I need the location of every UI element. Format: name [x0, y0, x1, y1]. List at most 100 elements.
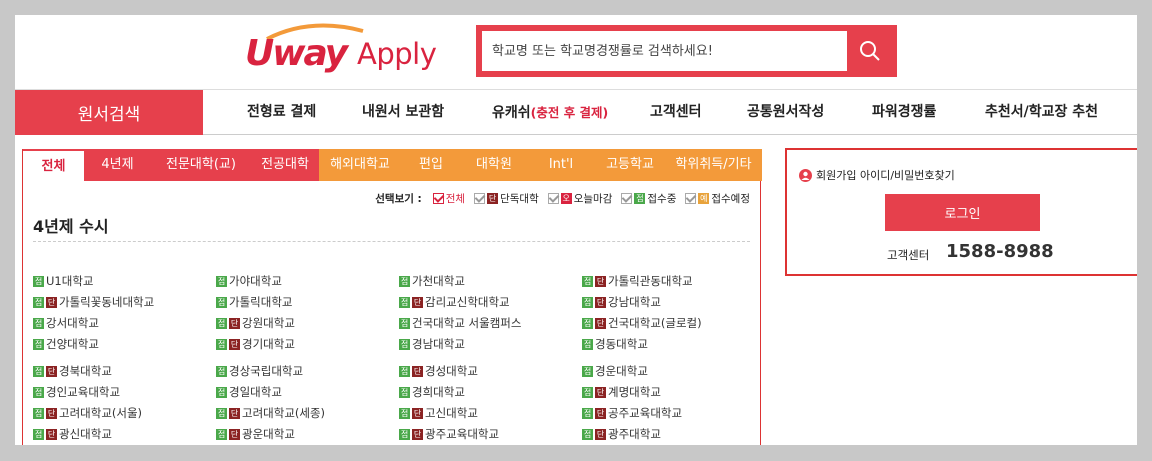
university-name: 강남대학교	[608, 295, 661, 309]
nav-item-ucash[interactable]: 유캐쉬(충전 후 결제)	[492, 90, 608, 135]
status-badge-icon: 접	[33, 407, 44, 419]
status-badge-icon: 단	[595, 386, 606, 398]
university-link[interactable]: 접 단 감리교신학대학교	[399, 294, 510, 310]
university-link[interactable]: 접 강서대학교	[33, 315, 99, 331]
university-link[interactable]: 접 가천대학교	[399, 273, 465, 289]
status-badge-icon: 단	[229, 407, 240, 419]
search-input[interactable]	[482, 31, 847, 71]
member-link-text[interactable]: 회원가입 아이디/비밀번호찾기	[816, 167, 955, 183]
filter-today-label: 오늘마감	[573, 193, 613, 205]
status-badge-icon: 접	[216, 386, 227, 398]
university-link[interactable]: 접 가야대학교	[216, 273, 282, 289]
university-link[interactable]: 접 단 강원대학교	[216, 315, 295, 331]
university-link[interactable]: 접 단 광주교육대학교	[399, 426, 499, 442]
status-badge-icon: 접	[399, 407, 410, 419]
university-link[interactable]: 접 단 광신대학교	[33, 426, 112, 442]
status-badge-icon: 접	[216, 275, 227, 287]
nav-item-customer-center[interactable]: 고객센터	[650, 90, 702, 135]
filter-yet[interactable]: 예 접수예정	[685, 191, 750, 206]
university-link[interactable]: 접 경일대학교	[216, 384, 282, 400]
university-name: 경남대학교	[412, 337, 465, 351]
nav-search-applications[interactable]: 원서검색	[15, 90, 203, 135]
university-link[interactable]: 접 경희대학교	[399, 384, 465, 400]
university-link[interactable]: 접 경운대학교	[582, 363, 648, 379]
university-name: 고려대학교(세종)	[242, 406, 326, 420]
university-link[interactable]: 접 경인교육대학교	[33, 384, 120, 400]
status-badge-icon: 접	[33, 296, 44, 308]
checkbox-icon[interactable]	[474, 193, 486, 204]
category-tabs: 전체 4년제 전문대학(교) 전공대학 해외대학교 편입 대학원 Int'l 고…	[23, 149, 762, 181]
university-link[interactable]: 접 가톨릭대학교	[216, 294, 292, 310]
status-badge-icon: 접	[216, 317, 227, 329]
nav-item-my-applications[interactable]: 내원서 보관함	[362, 90, 444, 135]
nav-item-fee-payment[interactable]: 전형료 결제	[247, 90, 316, 135]
tab-4year[interactable]: 4년제	[84, 149, 151, 181]
university-link[interactable]: 접 단 가톨릭관동대학교	[582, 273, 693, 289]
university-link[interactable]: 접 경남대학교	[399, 336, 465, 352]
university-name: 광주교육대학교	[425, 427, 500, 441]
tab-intl[interactable]: Int'l	[527, 149, 595, 181]
filter-ing[interactable]: 접 접수중	[621, 191, 676, 206]
university-name: 가톨릭관동대학교	[608, 274, 693, 288]
checkbox-icon[interactable]	[432, 193, 444, 204]
logo-uway-text: Uway	[245, 33, 348, 74]
dan-badge-icon: 단	[487, 193, 499, 204]
status-badge-icon: 접	[33, 386, 44, 398]
university-link[interactable]: 접 단 건국대학교(글로컬)	[582, 315, 702, 331]
university-link[interactable]: 접 단 경성대학교	[399, 363, 478, 379]
status-badge-icon: 단	[595, 407, 606, 419]
university-link[interactable]: 접 U1대학교	[33, 273, 93, 289]
tab-degree-other[interactable]: 학위취득/기타	[665, 149, 762, 181]
university-link[interactable]: 접 단 경북대학교	[33, 363, 112, 379]
university-name: 경일대학교	[229, 385, 282, 399]
university-name: 경기대학교	[242, 337, 295, 351]
member-links[interactable]: 회원가입 아이디/비밀번호찾기	[799, 167, 955, 183]
tab-graduate[interactable]: 대학원	[461, 149, 527, 181]
filter-yet-label: 접수예정	[711, 193, 750, 205]
university-link[interactable]: 접 단 가톨릭꽃동네대학교	[33, 294, 154, 310]
status-badge-icon: 단	[412, 296, 423, 308]
filter-dan[interactable]: 단 단독대학	[474, 191, 539, 206]
search-button[interactable]	[848, 31, 891, 71]
university-link[interactable]: 접 단 고려대학교(서울)	[33, 405, 142, 421]
university-link[interactable]: 접 단 계명대학교	[582, 384, 661, 400]
status-badge-icon: 접	[582, 296, 593, 308]
status-badge-icon: 단	[595, 317, 606, 329]
tab-all[interactable]: 전체	[23, 149, 84, 181]
nav-item-common-application[interactable]: 공통원서작성	[747, 90, 824, 135]
filter-all[interactable]: 전체	[432, 191, 465, 206]
tab-major-college[interactable]: 전공대학	[251, 149, 319, 181]
university-link[interactable]: 접 단 고려대학교(세종)	[216, 405, 325, 421]
university-link[interactable]: 접 단 경기대학교	[216, 336, 295, 352]
tab-junior-college[interactable]: 전문대학(교)	[151, 149, 251, 181]
status-badge-icon: 접	[399, 317, 410, 329]
university-name: 가톨릭꽃동네대학교	[59, 295, 155, 309]
filter-today[interactable]: 오 오늘마감	[547, 191, 613, 206]
tab-transfer[interactable]: 편입	[401, 149, 461, 181]
university-name: 경성대학교	[425, 364, 478, 378]
uway-apply-logo[interactable]: Uway Apply	[245, 23, 445, 78]
university-link[interactable]: 접 건국대학교 서울캠퍼스	[399, 315, 521, 331]
checkbox-icon[interactable]	[547, 193, 559, 204]
status-badge-icon: 접	[399, 338, 410, 350]
today-badge-icon: 오	[560, 193, 572, 204]
login-button[interactable]: 로그인	[885, 194, 1040, 231]
status-badge-icon: 접	[399, 386, 410, 398]
university-link[interactable]: 접 단 공주교육대학교	[582, 405, 682, 421]
checkbox-icon[interactable]	[621, 193, 633, 204]
status-badge-icon: 단	[595, 275, 606, 287]
nav-item-power-competition[interactable]: 파워경쟁률	[872, 90, 936, 135]
status-badge-icon: 접	[399, 296, 410, 308]
university-link[interactable]: 접 경동대학교	[582, 336, 648, 352]
university-link[interactable]: 접 건양대학교	[33, 336, 99, 352]
cs-phone-number: 1588-8988	[946, 241, 1054, 262]
checkbox-icon[interactable]	[685, 193, 697, 204]
university-link[interactable]: 접 경상국립대학교	[216, 363, 303, 379]
tab-highschool[interactable]: 고등학교	[595, 149, 665, 181]
university-link[interactable]: 접 단 광주대학교	[582, 426, 661, 442]
university-link[interactable]: 접 단 강남대학교	[582, 294, 661, 310]
tab-overseas[interactable]: 해외대학교	[319, 149, 401, 181]
university-link[interactable]: 접 단 고신대학교	[399, 405, 478, 421]
university-link[interactable]: 접 단 광운대학교	[216, 426, 295, 442]
nav-item-recommendation[interactable]: 추천서/학교장 추천	[985, 90, 1098, 135]
